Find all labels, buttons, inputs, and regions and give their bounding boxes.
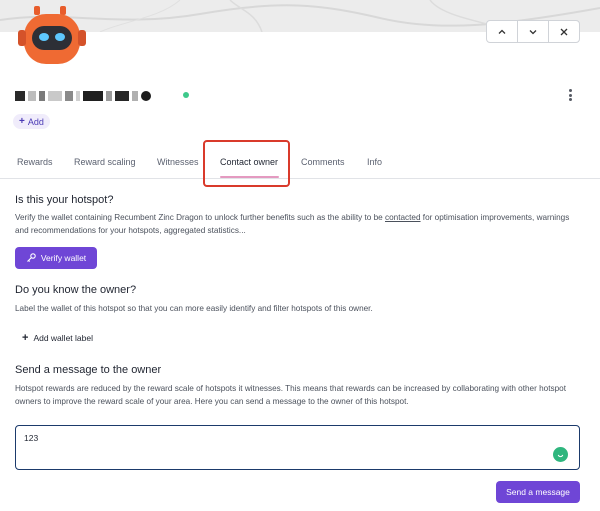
- tab-contact-owner[interactable]: Contact owner: [220, 157, 278, 167]
- more-options-icon[interactable]: [565, 87, 575, 103]
- add-tag-label: Add: [27, 116, 44, 127]
- plus-icon: +: [22, 332, 29, 344]
- tab-reward-scaling[interactable]: Reward scaling: [74, 157, 136, 167]
- tab-info[interactable]: Info: [367, 157, 382, 167]
- close-button[interactable]: [549, 21, 579, 42]
- hotspot-name-redacted: [15, 88, 151, 104]
- tab-comments[interactable]: Comments: [301, 157, 345, 167]
- key-icon: [26, 253, 36, 262]
- add-wallet-label-text: Add wallet label: [33, 333, 93, 343]
- contacted-link[interactable]: contacted: [385, 213, 421, 222]
- grammar-assistant-icon[interactable]: [553, 447, 568, 462]
- tab-bar: Rewards Reward scaling Witnesses Contact…: [0, 145, 600, 179]
- chevron-up-icon: [498, 29, 506, 34]
- window-controls: [486, 20, 580, 43]
- add-tag-button[interactable]: + Add: [13, 114, 50, 129]
- active-tab-indicator: [220, 176, 279, 178]
- plus-icon: +: [19, 116, 25, 127]
- chevron-down-icon: [529, 29, 537, 34]
- close-icon: [560, 28, 568, 35]
- next-button[interactable]: [518, 21, 549, 42]
- know-owner-heading: Do you know the owner?: [15, 284, 137, 296]
- hotspot-ownership-description: Verify the wallet containing Recumbent Z…: [15, 213, 570, 235]
- add-wallet-label-button[interactable]: + Add wallet label: [22, 332, 93, 344]
- send-message-description: Hotspot rewards are reduced by the rewar…: [15, 384, 566, 406]
- online-status-dot: [183, 92, 189, 98]
- tab-rewards[interactable]: Rewards: [17, 157, 53, 167]
- send-message-heading: Send a message to the owner: [15, 364, 162, 376]
- verify-wallet-button[interactable]: Verify wallet: [15, 247, 97, 269]
- verify-wallet-label: Verify wallet: [40, 253, 87, 263]
- know-owner-description: Label the wallet of this hotspot so that…: [15, 304, 373, 313]
- message-input[interactable]: 123: [15, 425, 580, 470]
- previous-button[interactable]: [487, 21, 518, 42]
- hotspot-ownership-heading: Is this your hotspot?: [15, 194, 114, 206]
- robot-avatar-icon: [16, 4, 88, 72]
- tab-witnesses[interactable]: Witnesses: [157, 157, 199, 167]
- send-message-button[interactable]: Send a message: [496, 481, 580, 503]
